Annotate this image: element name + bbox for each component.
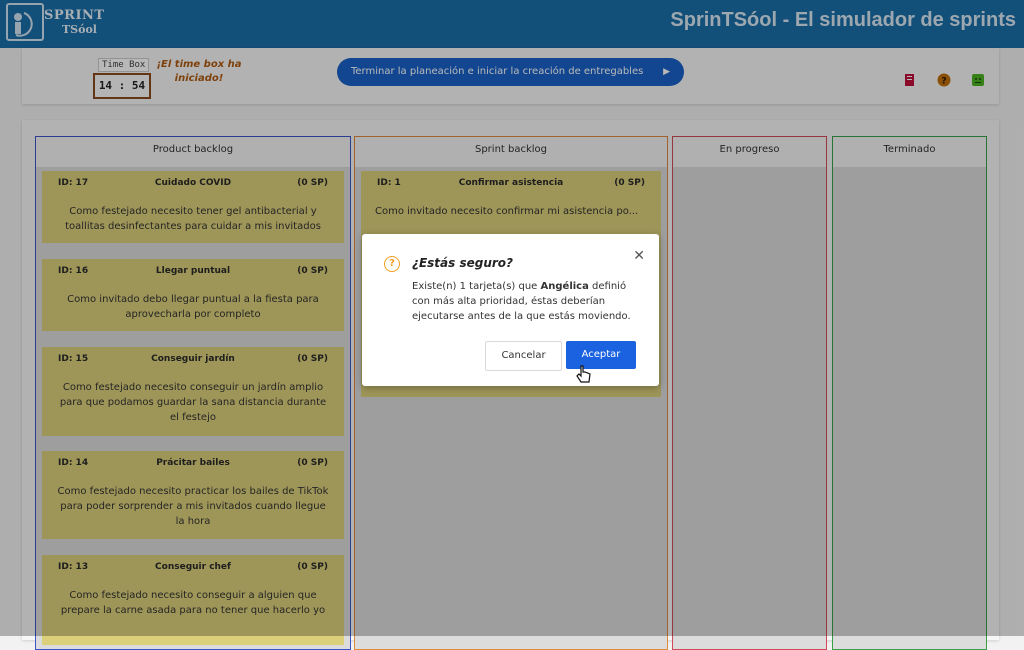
hand-cursor-icon: [576, 365, 592, 389]
dialog-message: Existe(n) 1 tarjeta(s) que Angélica defi…: [412, 279, 642, 324]
warning-question-icon: ?: [384, 256, 400, 272]
dialog-title: ¿Estás seguro?: [412, 256, 513, 270]
confirm-dialog: ? ¿Estás seguro? ✕ Existe(n) 1 tarjeta(s…: [362, 234, 659, 386]
close-icon[interactable]: ✕: [633, 248, 645, 264]
cancel-button[interactable]: Cancelar: [485, 341, 562, 371]
dialog-message-pre: Existe(n) 1 tarjeta(s) que: [412, 281, 541, 292]
dialog-message-user: Angélica: [540, 281, 589, 292]
